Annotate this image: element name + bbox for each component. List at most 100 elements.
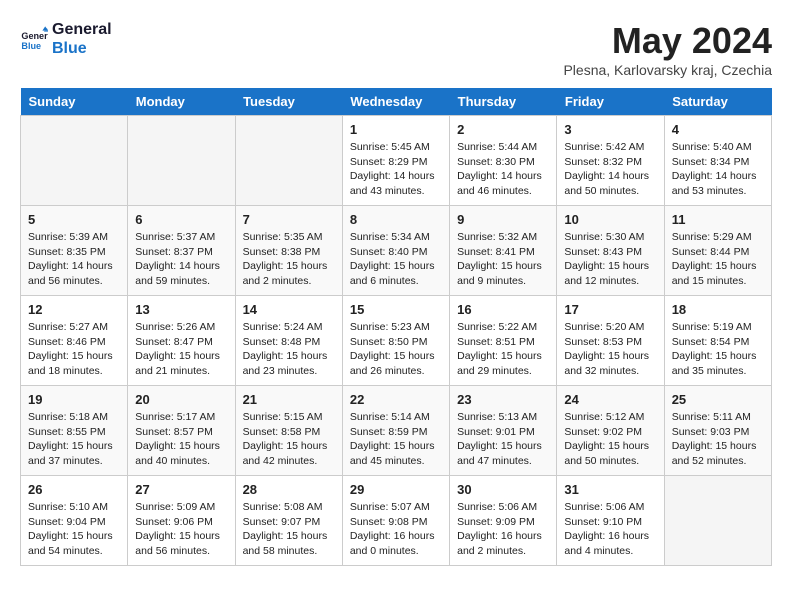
calendar-cell: 17Sunrise: 5:20 AMSunset: 8:53 PMDayligh… (557, 296, 664, 386)
day-info-line: Sunset: 9:09 PM (457, 515, 549, 530)
day-info-line: Sunset: 9:03 PM (672, 425, 764, 440)
calendar-cell: 1Sunrise: 5:45 AMSunset: 8:29 PMDaylight… (342, 116, 449, 206)
column-header-thursday: Thursday (450, 88, 557, 116)
day-number: 11 (672, 212, 764, 227)
day-number: 16 (457, 302, 549, 317)
day-info-line: Sunrise: 5:19 AM (672, 320, 764, 335)
day-number: 30 (457, 482, 549, 497)
day-info-line: Sunset: 8:59 PM (350, 425, 442, 440)
calendar-cell: 24Sunrise: 5:12 AMSunset: 9:02 PMDayligh… (557, 386, 664, 476)
day-info-line: Daylight: 14 hours and 43 minutes. (350, 169, 442, 198)
calendar-cell: 27Sunrise: 5:09 AMSunset: 9:06 PMDayligh… (128, 476, 235, 566)
day-number: 19 (28, 392, 120, 407)
day-info-line: Sunset: 8:44 PM (672, 245, 764, 260)
day-number: 20 (135, 392, 227, 407)
svg-text:General: General (21, 31, 48, 41)
day-info-line: Sunset: 8:54 PM (672, 335, 764, 350)
column-header-friday: Friday (557, 88, 664, 116)
day-info-line: Daylight: 15 hours and 32 minutes. (564, 349, 656, 378)
day-info-line: Sunrise: 5:13 AM (457, 410, 549, 425)
day-info-line: Sunset: 8:38 PM (243, 245, 335, 260)
calendar-cell (664, 476, 771, 566)
day-info-line: Sunrise: 5:40 AM (672, 140, 764, 155)
title-block: May 2024 Plesna, Karlovarsky kraj, Czech… (563, 20, 772, 78)
day-info-line: Daylight: 15 hours and 40 minutes. (135, 439, 227, 468)
day-info-line: Sunrise: 5:22 AM (457, 320, 549, 335)
day-info-line: Daylight: 15 hours and 6 minutes. (350, 259, 442, 288)
logo-icon: General Blue (20, 25, 48, 53)
day-info-line: Daylight: 16 hours and 4 minutes. (564, 529, 656, 558)
calendar-cell: 16Sunrise: 5:22 AMSunset: 8:51 PMDayligh… (450, 296, 557, 386)
month-year: May 2024 (563, 20, 772, 62)
day-info-line: Daylight: 15 hours and 58 minutes. (243, 529, 335, 558)
day-number: 21 (243, 392, 335, 407)
svg-text:Blue: Blue (21, 41, 41, 51)
calendar-cell: 2Sunrise: 5:44 AMSunset: 8:30 PMDaylight… (450, 116, 557, 206)
day-number: 13 (135, 302, 227, 317)
day-number: 8 (350, 212, 442, 227)
day-info-line: Sunset: 8:58 PM (243, 425, 335, 440)
day-info-line: Daylight: 15 hours and 29 minutes. (457, 349, 549, 378)
day-info-line: Daylight: 15 hours and 12 minutes. (564, 259, 656, 288)
calendar-cell: 5Sunrise: 5:39 AMSunset: 8:35 PMDaylight… (21, 206, 128, 296)
calendar-cell: 20Sunrise: 5:17 AMSunset: 8:57 PMDayligh… (128, 386, 235, 476)
day-info-line: Daylight: 14 hours and 46 minutes. (457, 169, 549, 198)
day-info-line: Daylight: 15 hours and 18 minutes. (28, 349, 120, 378)
day-info-line: Daylight: 14 hours and 53 minutes. (672, 169, 764, 198)
calendar-cell: 12Sunrise: 5:27 AMSunset: 8:46 PMDayligh… (21, 296, 128, 386)
day-number: 5 (28, 212, 120, 227)
calendar-cell: 8Sunrise: 5:34 AMSunset: 8:40 PMDaylight… (342, 206, 449, 296)
day-info-line: Sunrise: 5:30 AM (564, 230, 656, 245)
day-info-line: Daylight: 15 hours and 45 minutes. (350, 439, 442, 468)
week-row-3: 12Sunrise: 5:27 AMSunset: 8:46 PMDayligh… (21, 296, 772, 386)
day-info-line: Sunset: 8:30 PM (457, 155, 549, 170)
calendar-cell: 22Sunrise: 5:14 AMSunset: 8:59 PMDayligh… (342, 386, 449, 476)
day-number: 31 (564, 482, 656, 497)
day-info-line: Daylight: 15 hours and 54 minutes. (28, 529, 120, 558)
day-info-line: Daylight: 16 hours and 0 minutes. (350, 529, 442, 558)
day-number: 7 (243, 212, 335, 227)
day-info-line: Daylight: 15 hours and 26 minutes. (350, 349, 442, 378)
day-number: 29 (350, 482, 442, 497)
calendar-cell: 3Sunrise: 5:42 AMSunset: 8:32 PMDaylight… (557, 116, 664, 206)
day-info-line: Sunset: 8:34 PM (672, 155, 764, 170)
day-info-line: Sunrise: 5:09 AM (135, 500, 227, 515)
day-info-line: Sunset: 8:55 PM (28, 425, 120, 440)
logo-line1: General (52, 20, 112, 39)
day-info-line: Sunrise: 5:11 AM (672, 410, 764, 425)
day-number: 6 (135, 212, 227, 227)
column-header-saturday: Saturday (664, 88, 771, 116)
day-info-line: Sunrise: 5:07 AM (350, 500, 442, 515)
day-number: 22 (350, 392, 442, 407)
day-number: 1 (350, 122, 442, 137)
column-header-wednesday: Wednesday (342, 88, 449, 116)
calendar-cell: 30Sunrise: 5:06 AMSunset: 9:09 PMDayligh… (450, 476, 557, 566)
day-info-line: Sunset: 9:06 PM (135, 515, 227, 530)
column-header-tuesday: Tuesday (235, 88, 342, 116)
day-info-line: Sunrise: 5:10 AM (28, 500, 120, 515)
day-info-line: Sunset: 8:32 PM (564, 155, 656, 170)
logo: General Blue General Blue (20, 20, 112, 58)
day-info-line: Daylight: 15 hours and 2 minutes. (243, 259, 335, 288)
day-number: 15 (350, 302, 442, 317)
week-row-5: 26Sunrise: 5:10 AMSunset: 9:04 PMDayligh… (21, 476, 772, 566)
day-info-line: Sunset: 8:29 PM (350, 155, 442, 170)
day-number: 25 (672, 392, 764, 407)
day-info-line: Sunset: 9:07 PM (243, 515, 335, 530)
calendar-cell: 23Sunrise: 5:13 AMSunset: 9:01 PMDayligh… (450, 386, 557, 476)
calendar-cell (235, 116, 342, 206)
calendar-cell: 7Sunrise: 5:35 AMSunset: 8:38 PMDaylight… (235, 206, 342, 296)
day-info-line: Sunset: 8:43 PM (564, 245, 656, 260)
day-info-line: Sunrise: 5:06 AM (564, 500, 656, 515)
calendar-cell: 13Sunrise: 5:26 AMSunset: 8:47 PMDayligh… (128, 296, 235, 386)
day-info-line: Daylight: 15 hours and 52 minutes. (672, 439, 764, 468)
week-row-4: 19Sunrise: 5:18 AMSunset: 8:55 PMDayligh… (21, 386, 772, 476)
day-info-line: Daylight: 15 hours and 21 minutes. (135, 349, 227, 378)
column-header-monday: Monday (128, 88, 235, 116)
day-info-line: Sunrise: 5:34 AM (350, 230, 442, 245)
column-header-sunday: Sunday (21, 88, 128, 116)
day-info-line: Sunrise: 5:12 AM (564, 410, 656, 425)
calendar-cell: 15Sunrise: 5:23 AMSunset: 8:50 PMDayligh… (342, 296, 449, 386)
day-info-line: Sunrise: 5:32 AM (457, 230, 549, 245)
calendar-cell: 14Sunrise: 5:24 AMSunset: 8:48 PMDayligh… (235, 296, 342, 386)
